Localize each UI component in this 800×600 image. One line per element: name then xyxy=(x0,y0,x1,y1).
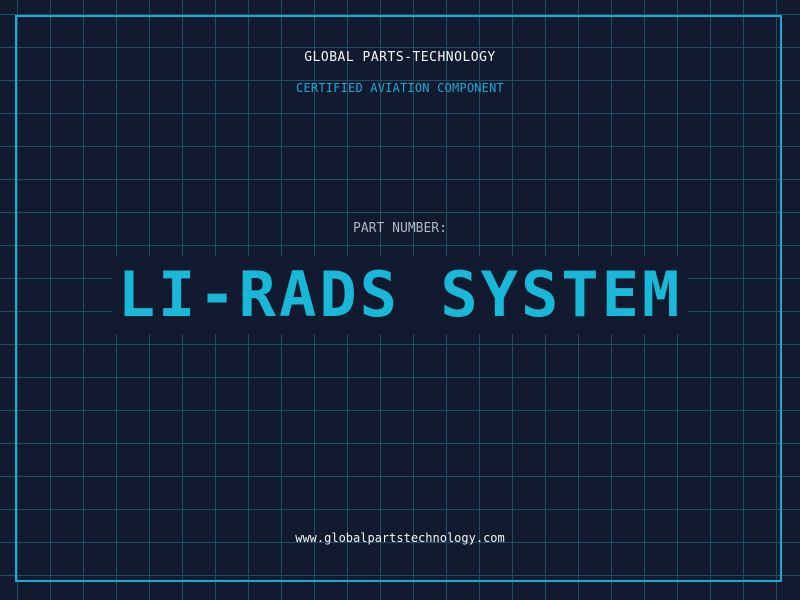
brand-name: GLOBAL PARTS-TECHNOLOGY xyxy=(304,50,496,65)
part-number-band: LI-RADS SYSTEM xyxy=(0,255,800,335)
part-number-label: PART NUMBER: xyxy=(353,221,447,236)
website-url: www.globalpartstechnology.com xyxy=(295,531,505,545)
certification-subtitle: CERTIFIED AVIATION COMPONENT xyxy=(296,81,504,95)
part-number-value: LI-RADS SYSTEM xyxy=(111,256,689,334)
product-label-card: GLOBAL PARTS-TECHNOLOGY CERTIFIED AVIATI… xyxy=(0,0,800,600)
